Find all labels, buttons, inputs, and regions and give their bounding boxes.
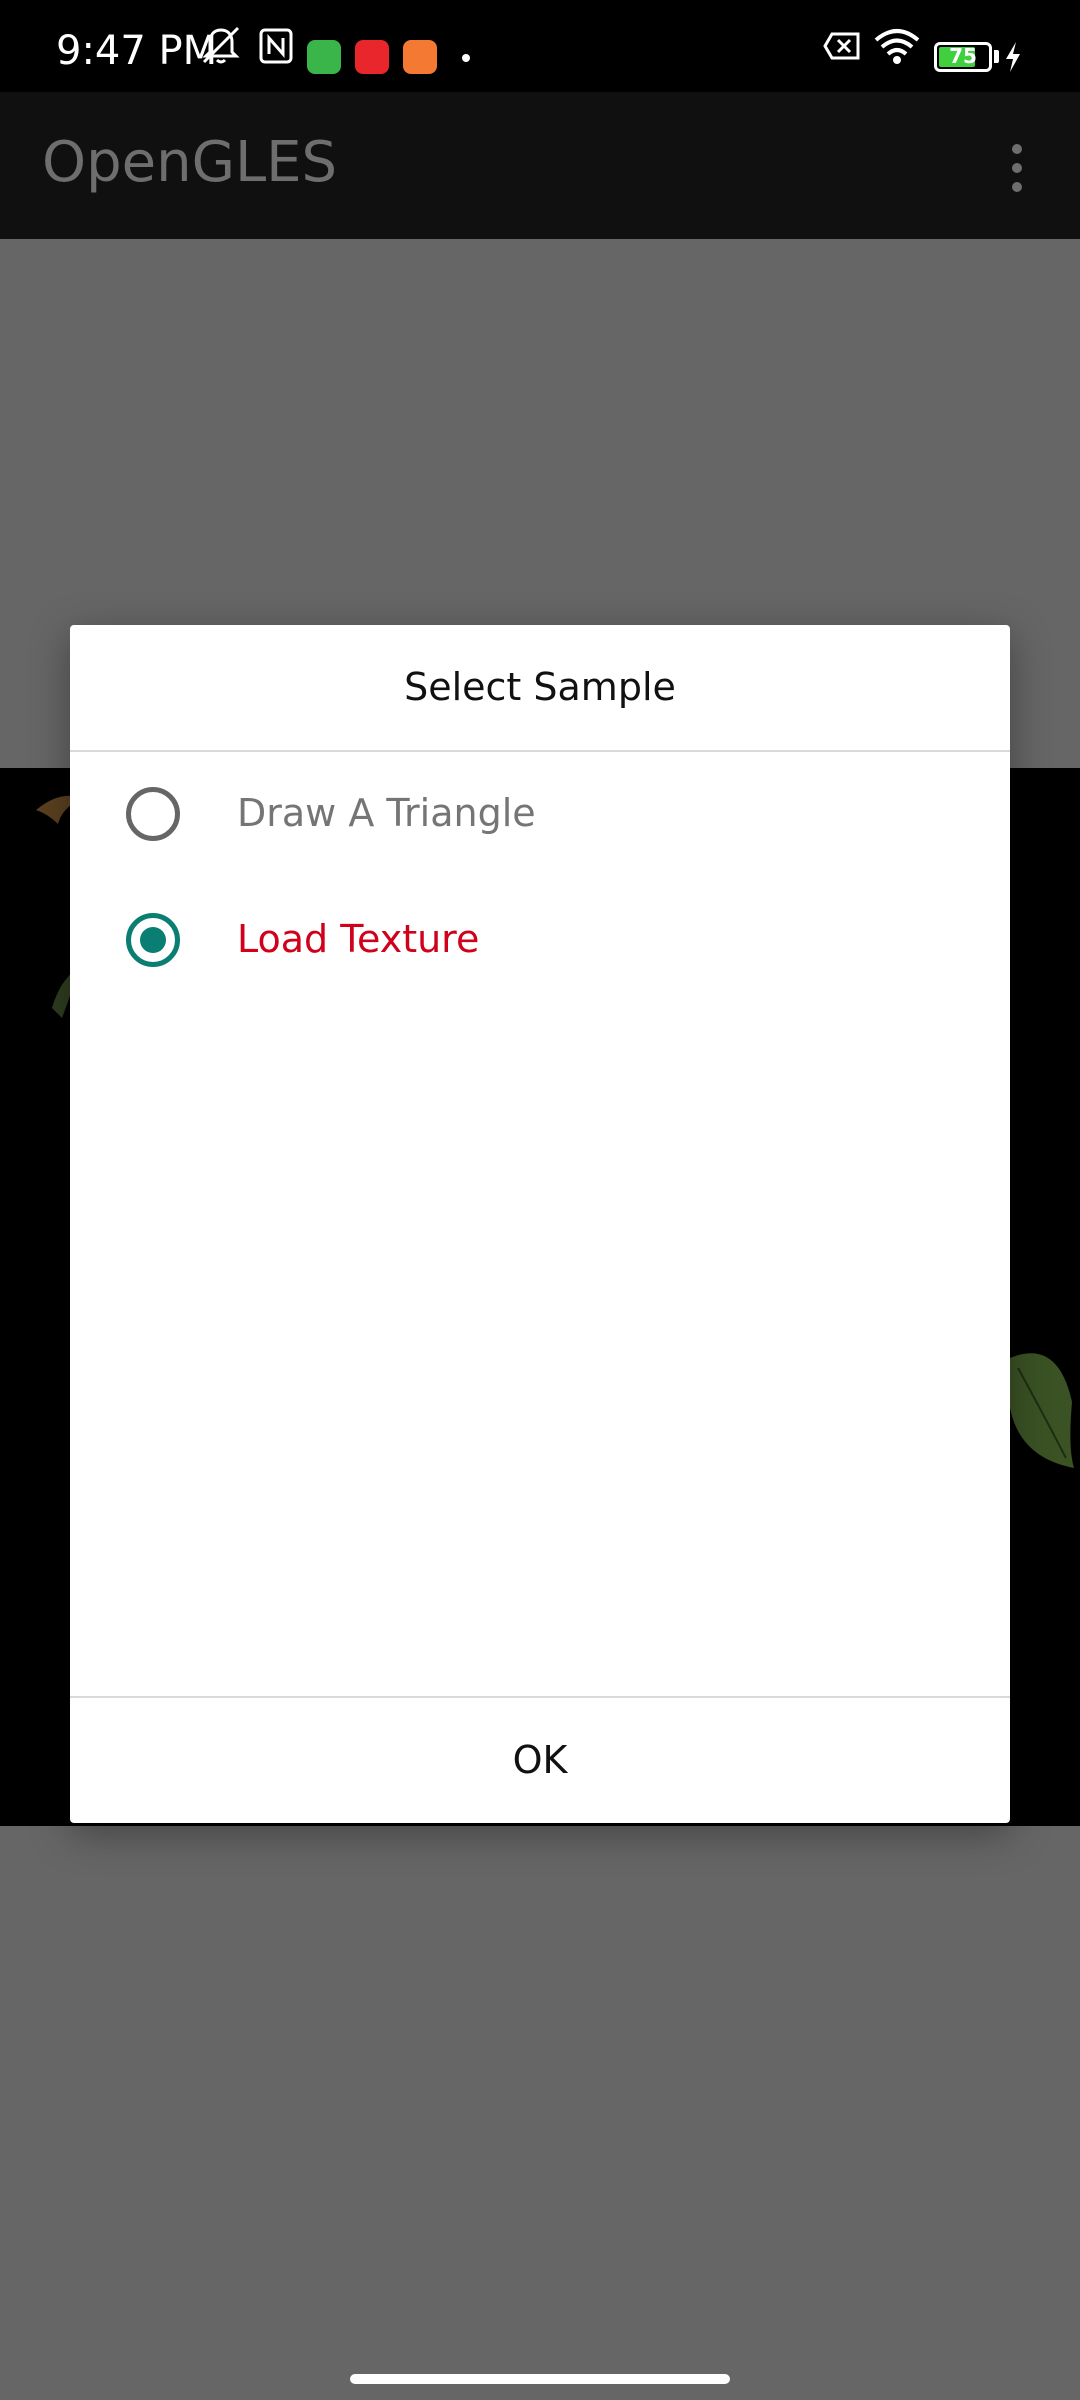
status-bar: 9:47 PM 75	[0, 0, 1080, 92]
radio-dot	[140, 927, 166, 953]
select-sample-dialog: Select Sample Draw A Triangle Load Textu…	[70, 625, 1010, 1823]
charging-icon	[1002, 40, 1024, 79]
wifi-icon	[872, 22, 922, 73]
app-notification-icon	[403, 40, 437, 74]
option-label: Draw A Triangle	[237, 791, 536, 835]
option-draw-triangle[interactable]: Draw A Triangle	[70, 751, 1010, 877]
battery-icon: 75	[934, 42, 992, 72]
option-load-texture[interactable]: Load Texture	[70, 877, 1010, 1003]
no-sim-icon	[822, 22, 864, 73]
battery-tip	[994, 50, 999, 63]
nfc-icon	[258, 22, 294, 73]
app-notification-icon	[355, 40, 389, 74]
more-notifications-dot	[462, 54, 470, 62]
radio-button-unchecked[interactable]	[126, 787, 180, 841]
app-title: OpenGLES	[42, 130, 338, 195]
option-label: Load Texture	[237, 917, 480, 961]
muted-bell-icon	[198, 22, 244, 73]
screen: 9:47 PM 75 OpenGLES Select Sample Draw A…	[0, 0, 1080, 2400]
status-time: 9:47 PM	[56, 28, 218, 74]
battery-level: 75	[949, 44, 977, 68]
overflow-menu-icon[interactable]	[998, 140, 1038, 196]
radio-button-checked[interactable]	[126, 913, 180, 967]
app-bar: OpenGLES	[0, 92, 1080, 239]
home-indicator[interactable]	[350, 2374, 730, 2384]
app-notification-icon	[307, 40, 341, 74]
dialog-title: Select Sample	[404, 665, 676, 709]
ok-button[interactable]: OK	[70, 1698, 1010, 1823]
